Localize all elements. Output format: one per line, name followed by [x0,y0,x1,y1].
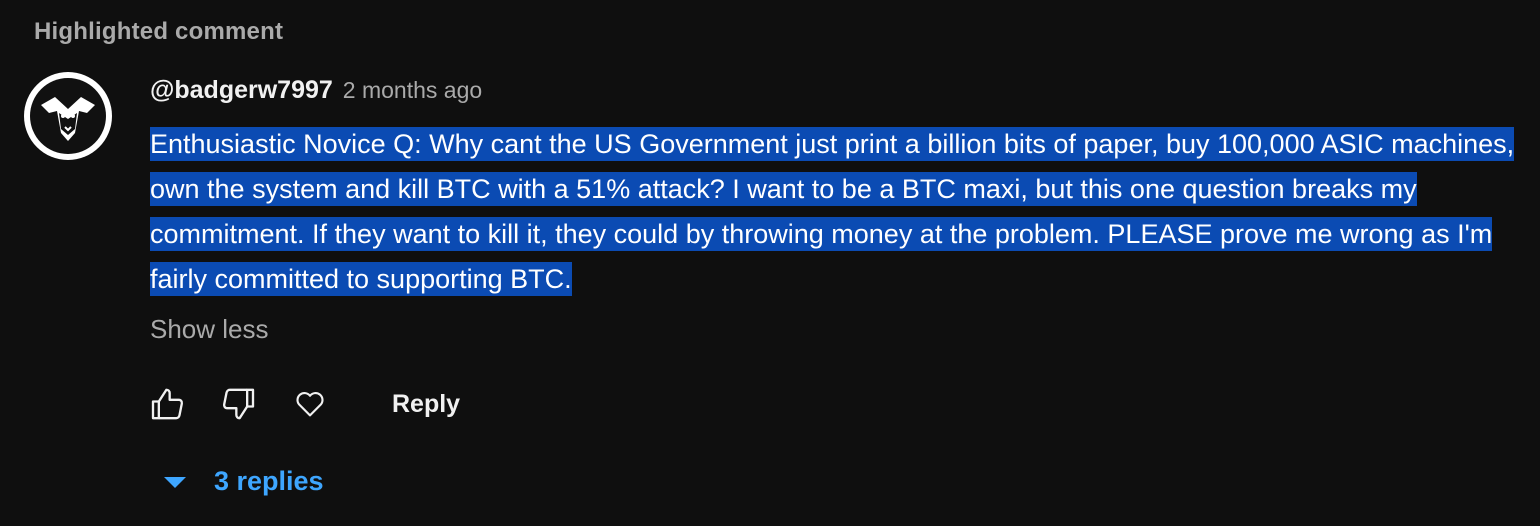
author-name[interactable]: @badgerw7997 [150,76,333,105]
thumbs-down-icon [222,388,255,420]
replies-toggle[interactable]: 3 replies [162,466,324,497]
like-button[interactable] [146,382,190,426]
replies-count-label[interactable]: 3 replies [214,466,324,497]
comment-timestamp[interactable]: 2 months ago [343,77,482,104]
avatar[interactable] [24,72,112,160]
reply-button[interactable]: Reply [392,390,460,419]
dislike-button[interactable] [216,382,260,426]
caret-down-icon [164,476,186,488]
heart-icon [296,392,324,417]
comment-text: Enthusiastic Novice Q: Why cant the US G… [150,122,1520,302]
comment-actions: Reply [146,382,460,426]
thumbs-up-icon [151,388,184,420]
highlighted-comment-label: Highlighted comment [34,18,284,45]
heart-button[interactable] [288,382,332,426]
badger-avatar-icon [30,78,106,154]
comment-text-content: Enthusiastic Novice Q: Why cant the US G… [150,127,1515,296]
comment-header: @badgerw7997 2 months ago [150,76,482,105]
show-less-button[interactable]: Show less [150,314,269,345]
